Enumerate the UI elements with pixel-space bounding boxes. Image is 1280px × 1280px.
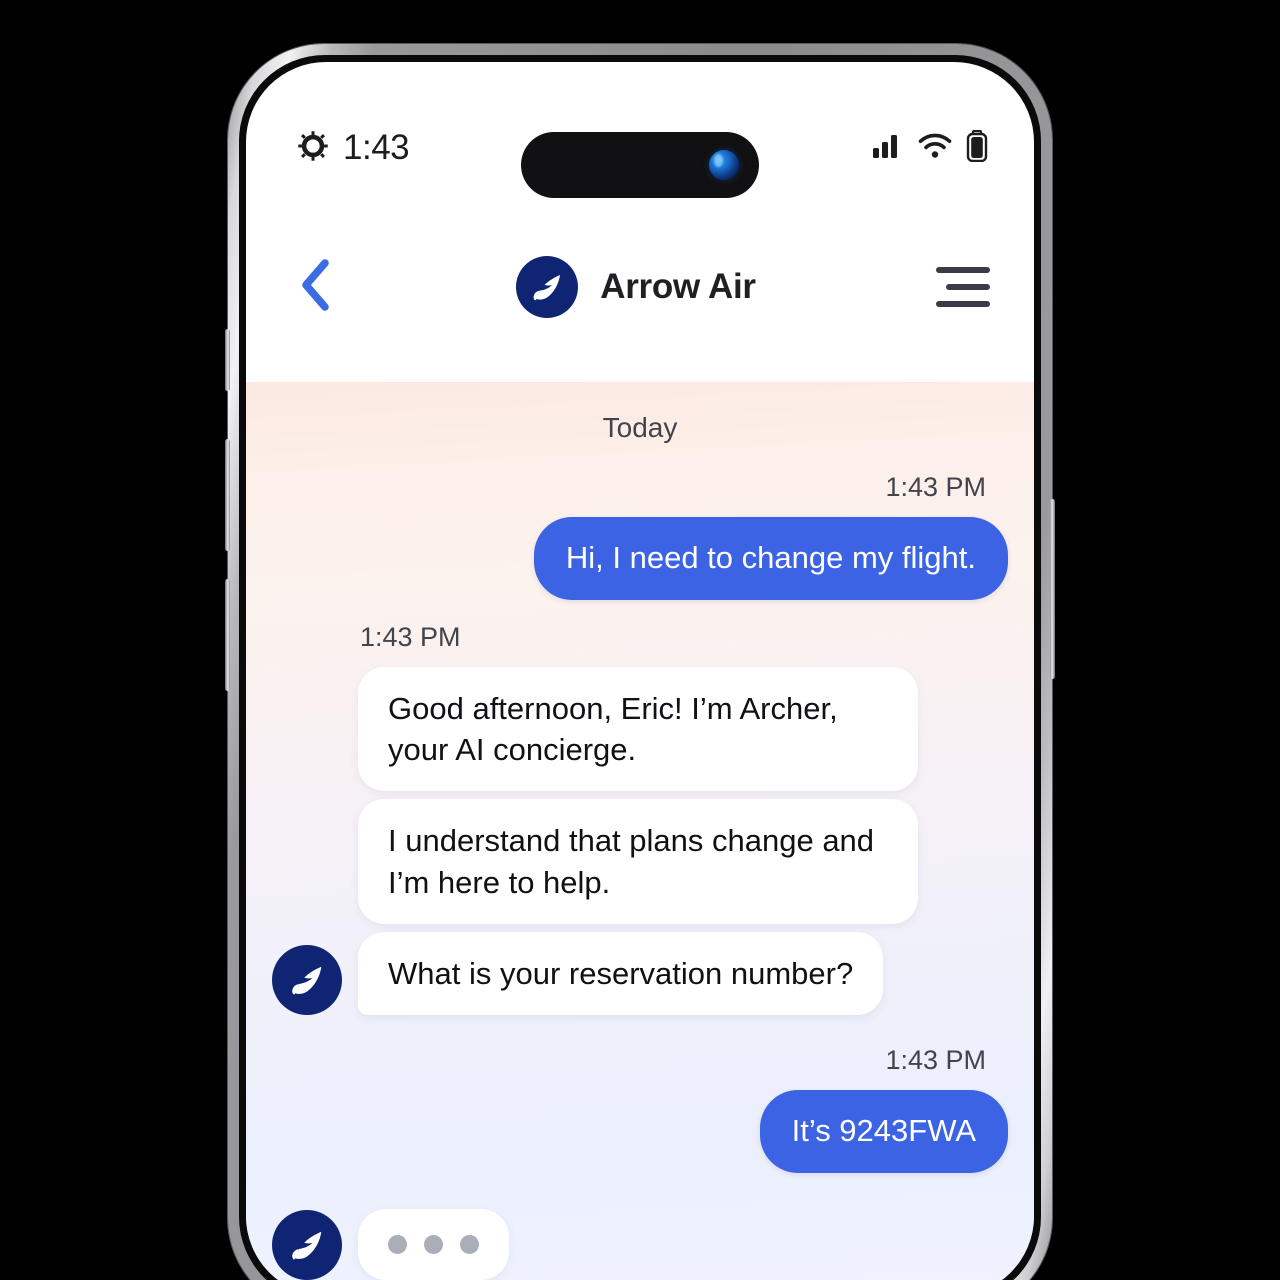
header-brand[interactable]: Arrow Air: [338, 256, 934, 318]
day-divider: Today: [602, 412, 678, 443]
gear-icon: [296, 129, 330, 168]
battery-icon: [966, 129, 988, 167]
agent-bubble-stack: Good afternoon, Eric! I’m Archer, your A…: [272, 666, 1008, 1023]
status-bar-left: 1:43: [296, 128, 410, 168]
message-bubble-user[interactable]: Hi, I need to change my flight.: [533, 517, 1008, 600]
avatar: [272, 1209, 342, 1280]
typing-dot-2: [424, 1234, 443, 1254]
action-button[interactable]: [225, 329, 230, 391]
typing-dot-3: [460, 1234, 479, 1254]
menu-line-bottom: [936, 301, 990, 307]
menu-line-top: [936, 267, 990, 273]
wifi-icon: [918, 133, 952, 164]
message-timestamp: 1:43 PM: [885, 472, 986, 502]
message-group-agent-typing: [272, 1208, 1008, 1280]
message-row: What is your reservation number?: [272, 931, 1008, 1015]
message-row: Good afternoon, Eric! I’m Archer, your A…: [272, 666, 1008, 792]
dynamic-island[interactable]: [521, 132, 759, 198]
message-group-agent-1: 1:43 PM Good afternoon, Eric! I’m Archer…: [272, 622, 1008, 1023]
message-bubble-user[interactable]: It’s 9243FWA: [759, 1090, 1008, 1173]
front-camera-icon: [709, 150, 739, 180]
message-timestamp: 1:43 PM: [885, 1045, 986, 1075]
phone-bezel: 1:43 Arrow Air Today 1:43 PM Hi, I need …: [239, 55, 1041, 1280]
typing-row: [272, 1208, 509, 1280]
screenshot-canvas: 1:43 Arrow Air Today 1:43 PM Hi, I need …: [0, 0, 1280, 1280]
status-time: 1:43: [343, 128, 410, 167]
avatar-spacer: [272, 854, 342, 924]
app-header: Arrow Air: [246, 192, 1034, 382]
message-bubble-agent[interactable]: Good afternoon, Eric! I’m Archer, your A…: [358, 666, 918, 792]
page-title: Arrow Air: [600, 267, 756, 306]
message-group-user-2: 1:43 PM It’s 9243FWA: [272, 1045, 1008, 1173]
menu-line-middle: [946, 284, 990, 290]
back-button[interactable]: [286, 257, 346, 317]
chat-thread[interactable]: Today 1:43 PM Hi, I need to change my fl…: [246, 382, 1034, 1280]
avatar: [272, 945, 342, 1015]
avatar-spacer: [272, 721, 342, 791]
status-bar-right: [872, 129, 988, 167]
message-bubble-agent[interactable]: What is your reservation number?: [358, 931, 884, 1015]
hamburger-menu-icon[interactable]: [934, 259, 990, 315]
phone-device-frame: 1:43 Arrow Air Today 1:43 PM Hi, I need …: [225, 44, 1055, 1280]
volume-down-button[interactable]: [225, 579, 230, 691]
chevron-left-icon: [299, 258, 333, 317]
avatar-slot: [272, 945, 342, 1015]
typing-indicator: [358, 1208, 509, 1280]
arrow-air-comet-logo: [516, 256, 579, 318]
power-button[interactable]: [1050, 499, 1055, 679]
volume-up-button[interactable]: [225, 439, 230, 551]
cellular-signal-icon: [872, 133, 904, 164]
message-row: I understand that plans change and I’m h…: [272, 799, 1008, 924]
typing-dot-1: [388, 1234, 407, 1254]
message-bubble-agent[interactable]: I understand that plans change and I’m h…: [358, 799, 918, 924]
message-timestamp: 1:43 PM: [360, 621, 461, 652]
avatar-slot: [272, 1209, 342, 1280]
message-group-user-1: 1:43 PM Hi, I need to change my flight.: [272, 472, 1008, 600]
phone-screen: 1:43 Arrow Air Today 1:43 PM Hi, I need …: [246, 62, 1034, 1280]
